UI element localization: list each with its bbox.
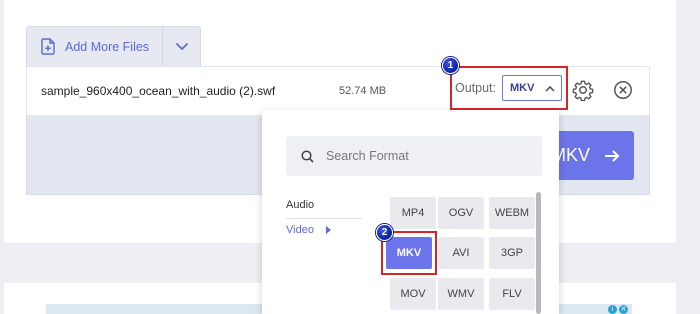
format-option-3gp[interactable]: 3GP xyxy=(489,237,535,269)
ad-info-icon[interactable]: i xyxy=(608,305,617,314)
close-circle-icon xyxy=(614,81,632,99)
category-divider xyxy=(286,218,362,219)
format-option-wmv[interactable]: WMV xyxy=(438,278,484,310)
output-format-highlight: Output: MKV xyxy=(450,66,568,110)
format-option-mp4[interactable]: MP4 xyxy=(390,197,436,229)
chevron-up-icon xyxy=(545,85,555,91)
file-plus-icon xyxy=(41,38,55,55)
file-size: 52.74 MB xyxy=(339,85,387,97)
chevron-down-icon xyxy=(175,42,188,51)
settings-button[interactable] xyxy=(572,79,594,102)
file-name: sample_960x400_ocean_with_audio (2).swf xyxy=(41,84,276,98)
arrow-right-icon xyxy=(605,149,620,162)
category-video[interactable]: Video xyxy=(286,224,331,236)
output-format-value: MKV xyxy=(510,82,535,94)
step-badge-2: 2 xyxy=(376,224,393,241)
remove-file-button[interactable] xyxy=(613,80,633,100)
category-video-label: Video xyxy=(286,224,314,236)
format-option-flv[interactable]: FLV xyxy=(489,278,535,310)
format-search-box[interactable] xyxy=(286,136,542,176)
format-option-webm[interactable]: WEBM xyxy=(489,197,535,229)
search-icon xyxy=(301,149,314,163)
step-badge-1: 1 xyxy=(442,57,459,74)
caret-right-icon xyxy=(325,226,331,234)
output-format-select[interactable]: MKV xyxy=(502,75,562,101)
ad-close-icon[interactable]: ✕ xyxy=(619,305,628,314)
format-list-scrollbar[interactable] xyxy=(536,192,541,314)
format-search-input[interactable] xyxy=(326,149,526,163)
format-option-avi[interactable]: AVI xyxy=(438,237,484,269)
output-label: Output: xyxy=(455,81,496,95)
ad-controls[interactable]: i ✕ xyxy=(608,305,628,314)
add-more-files-button[interactable]: Add More Files xyxy=(27,27,163,66)
add-more-files-label: Add More Files xyxy=(65,39,150,54)
add-source-dropdown-button[interactable] xyxy=(163,27,200,66)
gear-icon xyxy=(572,80,594,102)
format-option-mov[interactable]: MOV xyxy=(390,278,436,310)
category-audio[interactable]: Audio xyxy=(286,199,314,211)
format-option-ogv[interactable]: OGV xyxy=(438,197,484,229)
file-toolbar: Add More Files xyxy=(26,26,201,66)
